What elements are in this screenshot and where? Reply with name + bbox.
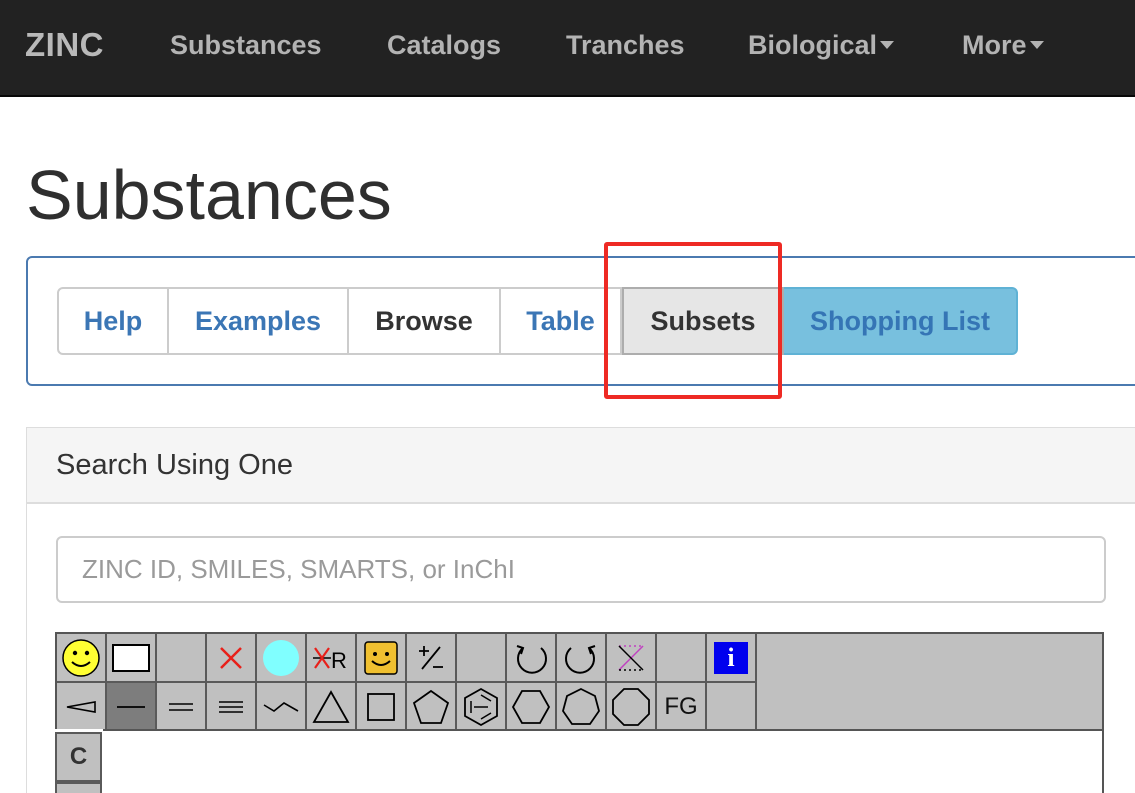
page-title: Substances [26, 156, 392, 234]
molecule-editor: R i FG C [55, 632, 1104, 793]
nav-more-label: More [962, 30, 1027, 60]
nav-biological-label: Biological [748, 30, 878, 60]
nav-substances[interactable]: Substances [170, 30, 322, 61]
tab-help[interactable]: Help [57, 287, 169, 355]
blank-tool-4[interactable] [707, 683, 757, 732]
r-label: R [331, 648, 347, 673]
chain-icon[interactable] [257, 683, 307, 732]
tab-button-group: Help Examples Browse Table Subsets Shopp… [57, 287, 1018, 355]
reaction-smiley-icon[interactable] [357, 634, 407, 683]
tab-examples[interactable]: Examples [169, 287, 349, 355]
delete-r-group-icon[interactable]: R [307, 634, 357, 683]
blank-tool-1[interactable] [157, 634, 207, 683]
ring-5-icon[interactable] [407, 683, 457, 732]
info-icon[interactable]: i [707, 634, 757, 683]
ring-3-icon[interactable] [307, 683, 357, 732]
caret-down-icon [1029, 40, 1044, 49]
search-input[interactable] [56, 536, 1106, 603]
tab-browse[interactable]: Browse [349, 287, 501, 355]
ring-4-icon[interactable] [357, 683, 407, 732]
ring-7-icon[interactable] [557, 683, 607, 732]
charge-plus-minus-icon[interactable] [407, 634, 457, 683]
drawing-canvas[interactable] [103, 729, 1104, 793]
top-navbar: ZINC Substances Catalogs Tranches Biolog… [0, 0, 1135, 97]
undo-icon[interactable] [507, 634, 557, 683]
wedge-bond-icon[interactable] [57, 683, 107, 732]
search-heading-text: Search Using One [56, 449, 293, 481]
smiley-icon[interactable] [57, 634, 107, 683]
functional-group-label: FG [664, 692, 698, 720]
blank-tool-2[interactable] [457, 634, 507, 683]
nav-biological-dropdown[interactable]: Biological [748, 30, 895, 61]
benzene-icon[interactable] [457, 683, 507, 732]
carbon-atom-button[interactable]: C [55, 732, 102, 782]
nav-more-dropdown[interactable]: More [962, 30, 1044, 61]
blank-tool-3[interactable] [657, 634, 707, 683]
cyan-circle-icon[interactable] [257, 634, 307, 683]
editor-toolbar: R i FG [55, 632, 1104, 732]
highlight-box [604, 242, 782, 399]
double-bond-icon[interactable] [157, 683, 207, 732]
nav-catalogs[interactable]: Catalogs [387, 30, 501, 61]
triple-bond-icon[interactable] [207, 683, 257, 732]
caret-down-icon [880, 40, 895, 49]
search-panel-heading: Search Using One [27, 428, 1135, 504]
delete-x-icon[interactable] [207, 634, 257, 683]
info-label: i [714, 641, 748, 674]
atom-column: C [55, 729, 103, 793]
carbon-label: C [69, 743, 88, 770]
brand-logo[interactable]: ZINC [25, 26, 104, 64]
nav-tranches[interactable]: Tranches [566, 30, 685, 61]
next-atom-button[interactable] [55, 782, 102, 793]
ring-6-icon[interactable] [507, 683, 557, 732]
redo-icon[interactable] [557, 634, 607, 683]
rectangle-icon[interactable] [107, 634, 157, 683]
clear-icon[interactable] [607, 634, 657, 683]
tab-shopping-list[interactable]: Shopping List [784, 287, 1018, 355]
single-bond-icon[interactable] [107, 683, 157, 732]
functional-group-button[interactable]: FG [657, 683, 707, 732]
ring-8-icon[interactable] [607, 683, 657, 732]
